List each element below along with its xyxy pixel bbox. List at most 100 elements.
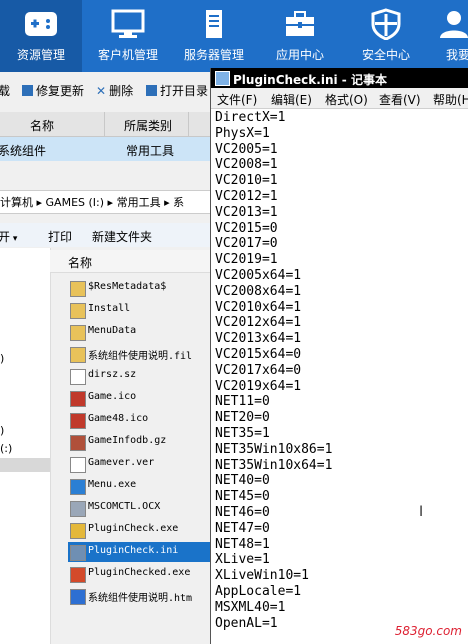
nav-client-management[interactable]: 客户机管理: [88, 0, 168, 72]
print-label-prefix: 打: [48, 230, 61, 244]
download-button[interactable]: 载: [0, 80, 10, 102]
user-icon: [440, 11, 468, 38]
text-line: NET45=0: [215, 489, 270, 505]
column-header-name[interactable]: 名称: [30, 117, 54, 134]
menu-help[interactable]: 帮助(H: [433, 91, 468, 108]
file-list-item[interactable]: PluginChecked.exe: [68, 564, 210, 584]
text-line: NET35Win10x64=1: [215, 457, 333, 473]
text-line: VC2005x64=1: [215, 267, 302, 283]
text-line: VC2013x64=1: [215, 331, 302, 347]
chevron-right-icon: ▸: [164, 196, 170, 209]
breadcrumb-tail[interactable]: 系: [173, 196, 184, 209]
file-name: $ResMetadata$: [88, 281, 167, 292]
notepad-titlebar[interactable]: PluginCheck.ini - 记事本: [211, 68, 468, 88]
file-name: Gamever.ver: [88, 457, 155, 468]
file-name: MSCOMCTL.OCX: [88, 501, 161, 512]
menu-file[interactable]: 文件(F): [217, 91, 257, 108]
file-list: $ResMetadata$ Install MenuData 系统组件使用说明.fil…: [0, 278, 210, 644]
file-list-item[interactable]: MenuData: [68, 322, 210, 342]
text-cursor-icon: I: [419, 504, 424, 520]
open-directory-button[interactable]: 打开目录: [146, 80, 208, 102]
file-name: MenuData: [88, 325, 137, 336]
text-line: VC2008x64=1: [215, 283, 302, 299]
text-line: VC2015x64=0: [215, 346, 302, 362]
table-row[interactable]: 系统组件 常用工具: [0, 137, 210, 161]
table-header: 名称 所属类别: [0, 112, 210, 137]
text-editor-area[interactable]: DirectX=1 PhysX=1 VC2005=1 VC2008=1 VC2010=1…: [215, 110, 465, 631]
breadcrumb: 计算机 ▸ GAMES (I:) ▸ 常用工具 ▸ 系: [0, 190, 210, 214]
shield-icon: [371, 8, 401, 40]
delete-button[interactable]: ✕ 删除: [96, 80, 133, 102]
nav-label: 客户机管理: [97, 48, 158, 62]
text-line: NET20=0: [215, 410, 270, 426]
watermark-text: 583go.com: [394, 624, 462, 638]
archive-icon: [70, 435, 86, 451]
text-line: XLiveWin10=1: [215, 568, 309, 584]
file-list-item[interactable]: 系统组件使用说明.htm: [68, 586, 210, 606]
file-name: Game48.ico: [88, 413, 149, 424]
file-list-item[interactable]: Game48.ico: [68, 410, 210, 430]
file-list-item[interactable]: PluginCheck.ini: [68, 542, 210, 562]
explorer-command-bar: 开 ▾ 打印 新建文件夹: [0, 223, 210, 247]
file-list-item[interactable]: Install: [68, 300, 210, 320]
settings-file-icon: [70, 545, 86, 561]
text-line: VC2005=1: [215, 141, 278, 157]
resource-explorer-pane: 载 修复更新 ✕ 删除 打开目录 名称 所属类别 系统组件 常用工具 计算机 ▸ …: [0, 72, 210, 644]
top-navigation-bar: 资源管理 客户机管理 服务器管理 应用中心 安全中心 我要: [0, 0, 468, 72]
notepad-icon: [215, 71, 230, 86]
nav-security-center[interactable]: 安全中心: [346, 0, 426, 72]
window-title: PluginCheck.ini - 记事本: [233, 73, 387, 87]
close-icon: ✕: [96, 84, 107, 98]
menu-view[interactable]: 查看(V): [379, 91, 421, 108]
breadcrumb-folder[interactable]: 常用工具: [117, 196, 161, 209]
breadcrumb-drive[interactable]: GAMES (I:): [46, 196, 105, 209]
chevron-down-icon: ▾: [10, 234, 18, 244]
text-line: AppLocale=1: [215, 583, 302, 599]
column-header-name[interactable]: 名称: [68, 254, 92, 271]
text-line: VC2017=0: [215, 236, 278, 252]
print-button[interactable]: 打印: [48, 228, 72, 245]
nav-resource-management[interactable]: 资源管理: [0, 0, 82, 72]
text-line: NET11=0: [215, 394, 270, 410]
nav-more[interactable]: 我要: [432, 0, 468, 72]
repair-update-button[interactable]: 修复更新: [22, 80, 84, 102]
web-page-icon: [70, 589, 86, 605]
nav-app-center[interactable]: 应用中心: [260, 0, 340, 72]
nav-server-management[interactable]: 服务器管理: [174, 0, 254, 72]
file-list-item[interactable]: Menu.exe: [68, 476, 210, 496]
file-name: PluginCheck.exe: [88, 523, 179, 534]
file-list-item[interactable]: PluginCheck.exe: [68, 520, 210, 540]
new-folder-button[interactable]: 新建文件夹: [92, 228, 152, 245]
row-category: 常用工具: [126, 144, 175, 158]
file-list-item[interactable]: Game.ico: [68, 388, 210, 408]
file-list-item[interactable]: 系统组件使用说明.fil: [68, 344, 210, 364]
menu-edit[interactable]: 编辑(E): [271, 91, 312, 108]
breadcrumb-computer[interactable]: 计算机: [0, 196, 33, 209]
file-list-item[interactable]: GameInfodb.gz: [68, 432, 210, 452]
delete-label: 删除: [109, 84, 134, 98]
image-icon: [70, 391, 86, 407]
image-icon: [70, 413, 86, 429]
folder-icon: [70, 281, 86, 297]
column-header-category[interactable]: 所属类别: [124, 117, 172, 134]
file-list-item[interactable]: Gamever.ver: [68, 454, 210, 474]
server-icon: [206, 10, 222, 38]
text-line: VC2012=1: [215, 188, 278, 204]
document-icon: [70, 457, 86, 473]
menu-format[interactable]: 格式(O): [325, 91, 368, 108]
file-list-item[interactable]: dirsz.sz: [68, 366, 210, 386]
file-list-item[interactable]: $ResMetadata$: [68, 278, 210, 298]
open-button[interactable]: 开 ▾: [0, 228, 17, 245]
document-icon: [70, 369, 86, 385]
text-line: VC2015=0: [215, 220, 278, 236]
unknown-file-icon: [70, 567, 86, 583]
file-name: Install: [88, 303, 131, 314]
file-name: 系统组件使用说明.fil: [88, 351, 193, 362]
file-list-item[interactable]: MSCOMCTL.OCX: [68, 498, 210, 518]
column-divider: [104, 112, 105, 136]
text-line: MSXML40=1: [215, 599, 286, 615]
text-line: VC2012x64=1: [215, 315, 302, 331]
text-line: NET47=0: [215, 520, 270, 536]
notepad-window: PluginCheck.ini - 记事本 文件(F) 编辑(E) 格式(O) …: [210, 68, 468, 644]
toolbox-icon: [286, 11, 314, 36]
